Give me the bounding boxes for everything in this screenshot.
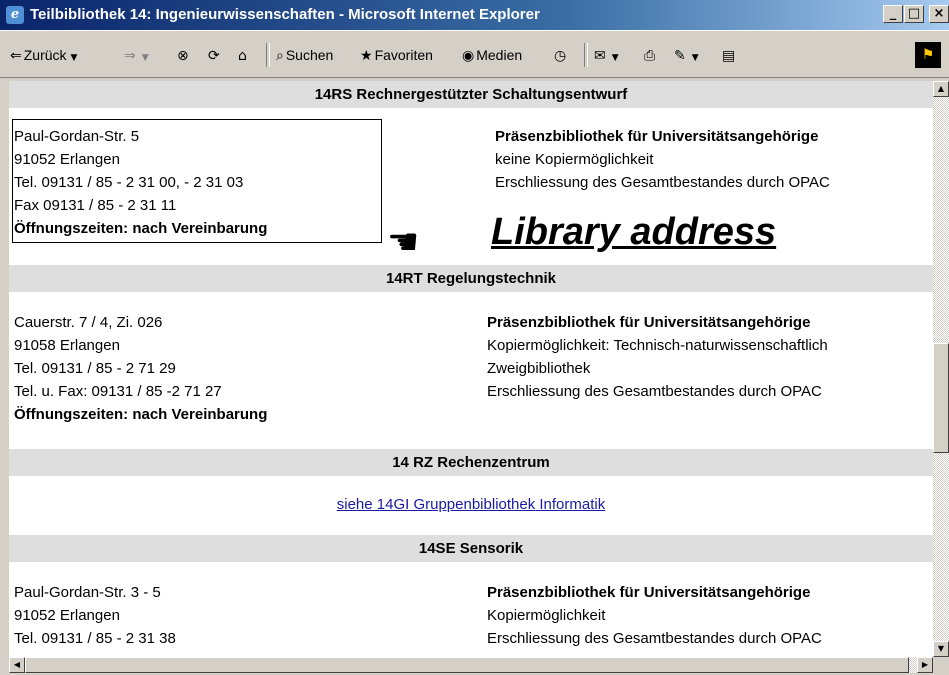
section-heading: 14 RZ Rechenzentrum [9, 449, 933, 476]
toolbar-separator [584, 43, 588, 67]
pointing-hand-icon: ☚ [387, 222, 420, 263]
link-row: siehe 14GI Gruppenbibliothek Informatik [9, 493, 933, 516]
address-line: Fax 09131 / 85 - 2 31 11 [14, 197, 177, 214]
horizontal-scrollbar[interactable]: ◀ ▶ [9, 657, 933, 673]
info-title: Präsenzbibliothek für Universitätsangehö… [487, 584, 811, 601]
toolbar-separator [266, 43, 270, 67]
info-line: Kopiermöglichkeit: Technisch-naturwissen… [487, 337, 828, 354]
windows-logo-icon: ⚑ [915, 42, 941, 68]
info-title: Präsenzbibliothek für Universitätsangehö… [487, 314, 811, 331]
back-arrow-icon: ⇐ [10, 48, 22, 64]
address-line: Cauerstr. 7 / 4, Zi. 026 [14, 314, 163, 331]
section-heading: 14SE Sensorik [9, 535, 933, 562]
section-heading: 14RS Rechnergestützter Schaltungsentwurf [9, 81, 933, 108]
address-line: Tel. 09131 / 85 - 2 31 38 [14, 630, 176, 647]
print-button[interactable]: ⎙ [644, 44, 657, 66]
ie-logo-icon: e [6, 6, 24, 24]
chevron-down-icon[interactable]: ▼ [71, 53, 78, 63]
scroll-left-button[interactable]: ◀ [9, 657, 25, 673]
chevron-down-icon[interactable]: ▼ [612, 53, 619, 63]
refresh-button[interactable]: ⟳ [208, 44, 222, 66]
mail-button[interactable]: ✉ ▼ [594, 44, 619, 66]
address-line: Paul-Gordan-Str. 3 - 5 [14, 584, 161, 601]
vertical-scroll-thumb[interactable] [933, 343, 949, 453]
home-button[interactable]: ⌂ [238, 44, 249, 66]
window-border [0, 78, 9, 675]
info-line: Erschliessung des Gesamtbestandes durch … [487, 630, 822, 647]
address-line: 91052 Erlangen [14, 607, 120, 624]
back-button[interactable]: ⇐ Zurück ▼ [10, 44, 77, 66]
page-content: 14RS Rechnergestützter Schaltungsentwurf… [9, 81, 933, 657]
print-icon: ⎙ [644, 48, 656, 64]
info-line: Kopiermöglichkeit [487, 607, 606, 624]
address-line: Paul-Gordan-Str. 5 [14, 128, 140, 145]
scroll-right-button[interactable]: ▶ [917, 657, 933, 673]
back-button-label: Zurück [23, 47, 67, 63]
scroll-down-button[interactable]: ▼ [933, 641, 949, 657]
address-line: Tel. u. Fax: 09131 / 85 -2 71 27 [14, 383, 222, 400]
info-line: Erschliessung des Gesamtbestandes durch … [495, 174, 830, 191]
toolbar: ⇐ Zurück ▼ ⇒ ▼ ⊗ ⟳ ⌂ ⌕ Suchen ★ Favoriten ◉ Me… [0, 30, 949, 78]
media-icon: ◉ [462, 48, 475, 64]
address-line: 91058 Erlangen [14, 337, 120, 354]
title-bar: e Teilbibliothek 14: Ingenieurwissenscha… [0, 0, 949, 30]
opening-hours: Öffnungszeiten: nach Vereinbarung [14, 406, 268, 423]
edit-icon: ✎ [674, 48, 686, 64]
library-address-annotation: Library address [491, 211, 777, 253]
horizontal-scroll-thumb[interactable] [25, 657, 909, 673]
info-line: Zweigbibliothek [487, 360, 591, 377]
history-button[interactable]: ◷ [554, 44, 568, 66]
history-icon: ◷ [554, 48, 567, 64]
home-icon: ⌂ [238, 48, 247, 64]
close-button[interactable]: × [929, 5, 949, 23]
minimize-button[interactable]: _ [883, 5, 903, 23]
media-button[interactable]: ◉ Medien [462, 44, 522, 66]
chevron-down-icon[interactable]: ▼ [142, 53, 149, 63]
forward-arrow-icon: ⇒ [124, 48, 136, 64]
maximize-button[interactable]: □ [904, 5, 924, 23]
discuss-button[interactable]: ▤ [722, 44, 737, 66]
favorites-button[interactable]: ★ Favoriten [360, 44, 433, 66]
search-icon: ⌕ [276, 48, 284, 64]
refresh-icon: ⟳ [208, 48, 220, 64]
informatik-library-link[interactable]: siehe 14GI Gruppenbibliothek Informatik [337, 496, 605, 513]
favorites-icon: ★ [360, 48, 373, 64]
info-line: keine Kopiermöglichkeit [495, 151, 654, 168]
mail-icon: ✉ [594, 48, 606, 64]
edit-button[interactable]: ✎ ▼ [674, 44, 699, 66]
address-line: Tel. 09131 / 85 - 2 31 00, - 2 31 03 [14, 174, 244, 191]
forward-button[interactable]: ⇒ ▼ [124, 44, 149, 66]
scroll-up-button[interactable]: ▲ [933, 81, 949, 97]
stop-icon: ⊗ [177, 48, 189, 64]
info-title: Präsenzbibliothek für Universitätsangehö… [495, 128, 819, 145]
chevron-down-icon[interactable]: ▼ [692, 53, 699, 63]
search-button[interactable]: ⌕ Suchen [276, 44, 333, 66]
info-line: Erschliessung des Gesamtbestandes durch … [487, 383, 822, 400]
search-button-label: Suchen [285, 47, 334, 63]
opening-hours: Öffnungszeiten: nach Vereinbarung [14, 220, 268, 237]
media-button-label: Medien [476, 47, 523, 63]
discuss-icon: ▤ [722, 48, 736, 64]
address-line: 91052 Erlangen [14, 151, 120, 168]
vertical-scrollbar[interactable]: ▲ ▼ [933, 81, 949, 657]
stop-button[interactable]: ⊗ [177, 44, 191, 66]
window-title: Teilbibliothek 14: Ingenieurwissenschaft… [30, 6, 540, 23]
section-heading: 14RT Regelungstechnik [9, 265, 933, 292]
address-line: Tel. 09131 / 85 - 2 71 29 [14, 360, 176, 377]
favorites-button-label: Favoriten [374, 47, 433, 63]
